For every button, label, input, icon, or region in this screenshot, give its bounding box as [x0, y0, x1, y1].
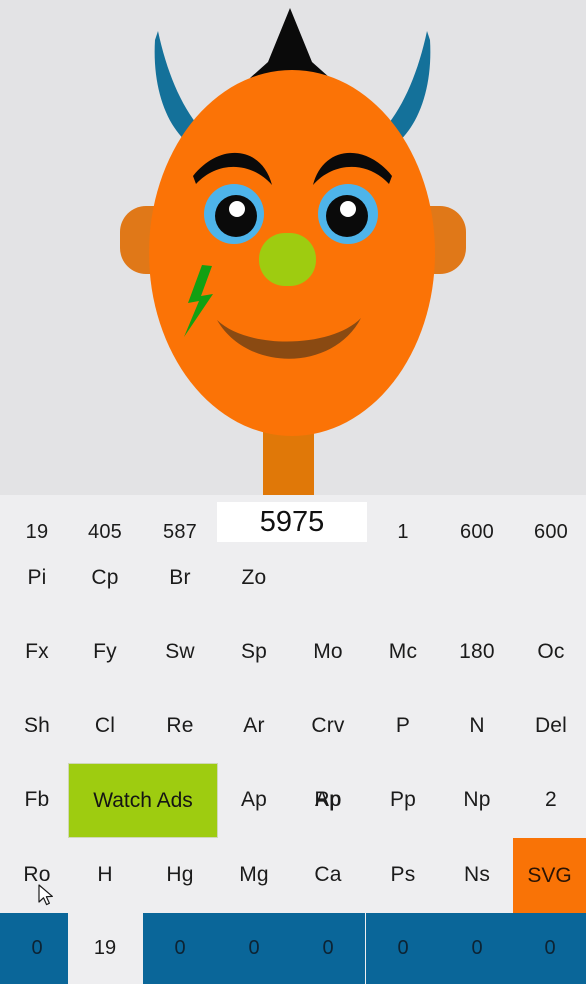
key-180[interactable]: 180	[440, 615, 514, 689]
keypad-row-5: Ro H Hg Mg Ca Ps Ns	[0, 838, 586, 912]
svg-export-button[interactable]: SVG	[513, 838, 586, 913]
keypad-row-3: Sh Cl Re Ar Crv P N Del	[0, 689, 586, 763]
key-mg[interactable]: Mg	[217, 838, 291, 912]
key-cl[interactable]: Cl	[68, 689, 142, 763]
key-2[interactable]: 2	[514, 763, 586, 837]
bottom-cell-6[interactable]: 0	[366, 913, 440, 984]
bottom-cell-3[interactable]: 0	[143, 913, 217, 984]
bottom-cell-4[interactable]: 0	[217, 913, 291, 984]
key-ar[interactable]: Ar	[217, 689, 291, 763]
key-mc[interactable]: Mc	[366, 615, 440, 689]
key-ca[interactable]: Ca	[291, 838, 365, 912]
nose-shape	[259, 233, 316, 286]
key-ps[interactable]: Ps	[366, 838, 440, 912]
key-sw[interactable]: Sw	[143, 615, 217, 689]
left-eye-highlight	[229, 201, 245, 217]
right-eye-highlight	[340, 201, 356, 217]
key-sh[interactable]: Sh	[0, 689, 74, 763]
key-rp[interactable]: Rp	[291, 763, 365, 837]
devil-face-illustration	[120, 8, 466, 495]
key-ap-slot[interactable]: Ap	[217, 763, 291, 837]
key-oc[interactable]: Oc	[514, 615, 586, 689]
keypad-row-2: Fx Fy Sw Sp Mo Mc 180 Oc	[0, 615, 586, 689]
keypad-panel: 19 405 587 1 600 600 5975 Pi Cp Br Zo Fx…	[0, 495, 586, 984]
display-input[interactable]: 5975	[217, 502, 367, 542]
key-ro[interactable]: Ro	[0, 838, 74, 912]
key-br[interactable]: Br	[143, 541, 217, 615]
key-n[interactable]: N	[440, 689, 514, 763]
bottom-cell-8[interactable]: 0	[514, 913, 586, 984]
key-fy[interactable]: Fy	[68, 615, 142, 689]
key-cp[interactable]: Cp	[68, 541, 142, 615]
keypad-row-1: Pi Cp Br Zo	[0, 541, 586, 615]
key-p[interactable]: P	[366, 689, 440, 763]
key-hg[interactable]: Hg	[143, 838, 217, 912]
bottom-cell-2[interactable]: 19	[68, 913, 142, 984]
key-pi[interactable]: Pi	[0, 541, 74, 615]
key-fb[interactable]: Fb	[0, 763, 74, 837]
key-fx[interactable]: Fx	[0, 615, 74, 689]
key-pp[interactable]: Pp	[366, 763, 440, 837]
drawing-canvas[interactable]	[0, 0, 586, 495]
watch-ads-button[interactable]: Watch Ads	[68, 763, 218, 838]
key-re[interactable]: Re	[143, 689, 217, 763]
bottom-cell-5[interactable]: 0	[291, 913, 365, 984]
key-sp[interactable]: Sp	[217, 615, 291, 689]
key-np[interactable]: Np	[440, 763, 514, 837]
key-zo[interactable]: Zo	[217, 541, 291, 615]
bottom-cell-7[interactable]: 0	[440, 913, 514, 984]
bottom-cell-1[interactable]: 0	[0, 913, 74, 984]
key-del[interactable]: Del	[514, 689, 586, 763]
key-ns[interactable]: Ns	[440, 838, 514, 912]
app-root: 19 405 587 1 600 600 5975 Pi Cp Br Zo Fx…	[0, 0, 586, 984]
key-h[interactable]: H	[68, 838, 142, 912]
key-crv[interactable]: Crv	[291, 689, 365, 763]
bottom-status-bar: 0 19 0 0 0 0 0 0	[0, 913, 586, 984]
key-mo[interactable]: Mo	[291, 615, 365, 689]
